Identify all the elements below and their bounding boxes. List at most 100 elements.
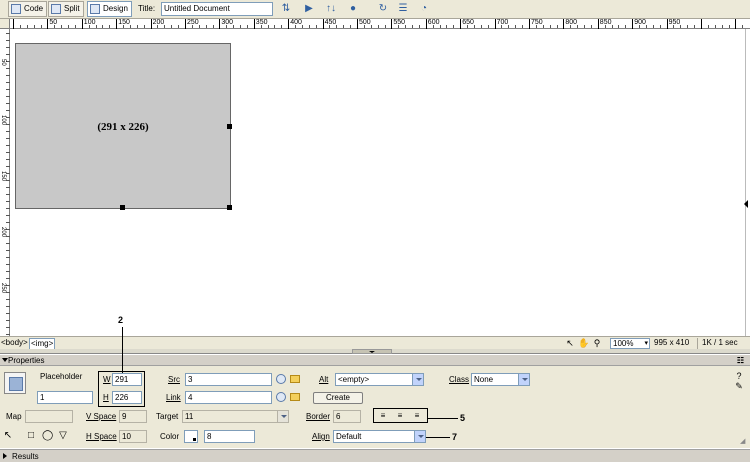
ruler-minor-tick	[6, 299, 10, 300]
polygon-hotspot-tool-icon[interactable]: ▽	[58, 431, 68, 441]
image-placeholder[interactable]: (291 x 226)	[15, 43, 232, 210]
ruler-label: 250	[187, 19, 199, 26]
placeholder-name-field[interactable]: 1	[37, 391, 93, 404]
color-picker-swatch[interactable]	[184, 430, 198, 443]
alt-select[interactable]: <empty>	[335, 373, 424, 386]
ruler-minor-tick	[246, 25, 248, 28]
ruler-minor-tick	[350, 25, 352, 28]
point-to-link-icon[interactable]	[276, 392, 286, 402]
panel-options-icon[interactable]: ☷	[737, 356, 744, 365]
hand-tool-icon[interactable]: ✋	[578, 338, 589, 348]
design-view-icon	[90, 4, 100, 14]
properties-panel: Placeholder 1 W 291 H 226 Src 3 Link 4 A…	[0, 366, 750, 448]
rectangle-hotspot-tool-icon[interactable]: □	[26, 431, 36, 441]
ruler-minor-tick	[384, 25, 386, 28]
ruler-label: 300	[221, 19, 234, 26]
expand-triangle-icon	[3, 453, 7, 459]
ruler-label: 750	[531, 19, 543, 26]
divider	[697, 338, 698, 349]
ruler-minor-tick	[652, 25, 654, 28]
width-field[interactable]: 291	[112, 373, 142, 386]
design-view-button[interactable]: Design	[87, 1, 132, 17]
align-label: Align	[312, 432, 330, 441]
height-field[interactable]: 226	[112, 391, 142, 404]
placeholder-label: Placeholder	[40, 372, 83, 381]
visual-aids-icon[interactable]: ●	[346, 3, 360, 15]
callout-5-line	[428, 418, 458, 419]
resize-handle-right[interactable]	[227, 124, 232, 129]
ruler-minor-tick	[308, 25, 310, 28]
class-select[interactable]: None	[471, 373, 530, 386]
collapse-panel-grip[interactable]	[352, 349, 392, 354]
ruler-label: 600	[427, 19, 440, 26]
ruler-minor-tick	[6, 285, 10, 286]
expand-panels-arrow-icon[interactable]	[744, 200, 748, 208]
file-management-icon[interactable]: ⇅	[279, 3, 293, 15]
browse-link-folder-icon[interactable]	[290, 393, 300, 401]
ruler-minor-tick	[522, 25, 524, 28]
ruler-minor-tick	[6, 250, 10, 251]
map-name-field	[25, 410, 73, 423]
properties-panel-header[interactable]: Properties ☷	[0, 355, 750, 366]
code-view-button[interactable]: Code	[8, 1, 48, 17]
chevron-down-icon	[277, 411, 288, 422]
target-select: 11	[182, 410, 289, 423]
zoom-tool-icon[interactable]: ⚲	[592, 338, 602, 348]
ruler-label: 150	[0, 171, 6, 182]
zoom-select[interactable]: 100% ▾	[610, 338, 650, 349]
ruler-minor-tick	[6, 320, 10, 321]
ruler-minor-tick	[577, 25, 579, 28]
link-field[interactable]: 4	[185, 391, 272, 404]
ruler-minor-tick	[687, 25, 689, 28]
code-view-icon	[11, 4, 21, 14]
results-panel-header[interactable]: Results	[0, 449, 750, 462]
ruler-minor-tick	[74, 25, 76, 28]
ruler-minor-tick	[61, 25, 63, 28]
resize-handle-corner[interactable]	[227, 205, 232, 210]
align-left-icon[interactable]: ≡	[376, 411, 390, 421]
help-icon[interactable]: ?	[734, 371, 744, 381]
vspace-label: V Space	[86, 412, 117, 421]
align-right-icon[interactable]: ≡	[410, 411, 424, 421]
align-select[interactable]: Default	[333, 430, 426, 443]
ruler-corner[interactable]	[0, 19, 10, 29]
ruler-minor-tick	[143, 25, 145, 28]
ruler-minor-tick	[659, 25, 661, 28]
debug-icon[interactable]: ↑↓	[324, 3, 338, 15]
resize-handle-bottom[interactable]	[120, 205, 125, 210]
oval-hotspot-tool-icon[interactable]: ◯	[42, 431, 53, 441]
document-title-input[interactable]: Untitled Document	[161, 2, 273, 16]
panel-splitter[interactable]	[0, 349, 750, 354]
ruler-minor-tick	[680, 25, 682, 28]
ruler-minor-tick	[6, 334, 10, 335]
tag-selector-body[interactable]: <body>	[0, 338, 29, 348]
check-page-icon[interactable]: ◔	[417, 3, 431, 15]
src-field[interactable]: 3	[185, 373, 272, 386]
quick-tag-editor-icon[interactable]: ✎	[734, 381, 744, 391]
ruler-minor-tick	[6, 201, 10, 202]
vspace-field: 9	[119, 410, 147, 423]
ruler-minor-tick	[6, 180, 10, 181]
color-field[interactable]: 8	[204, 430, 255, 443]
resize-grip-icon[interactable]: ◢	[740, 438, 748, 446]
ruler-minor-tick	[6, 47, 10, 48]
view-options-icon[interactable]: ☰	[396, 3, 410, 15]
placeholder-image-icon	[4, 372, 26, 394]
hspace-field: 10	[119, 430, 147, 443]
point-to-file-icon[interactable]	[276, 374, 286, 384]
align-center-icon[interactable]: ≡	[393, 411, 407, 421]
ruler-major-tick	[701, 19, 702, 29]
ruler-minor-tick	[590, 25, 592, 28]
preview-icon[interactable]: ▶	[302, 3, 316, 15]
create-button[interactable]: Create	[313, 392, 363, 404]
ruler-label: 400	[290, 19, 302, 26]
select-tool-icon[interactable]: ↖	[565, 338, 575, 348]
split-view-button[interactable]: Split	[48, 1, 84, 17]
title-label: Title:	[138, 4, 156, 13]
window-size[interactable]: 995 x 410	[654, 338, 689, 348]
browse-folder-icon[interactable]	[290, 375, 300, 383]
ruler-minor-tick	[6, 327, 10, 328]
pointer-hotspot-tool-icon[interactable]: ↖	[3, 431, 13, 441]
refresh-icon[interactable]: ↻	[376, 3, 390, 15]
ruler-minor-tick	[721, 25, 723, 28]
